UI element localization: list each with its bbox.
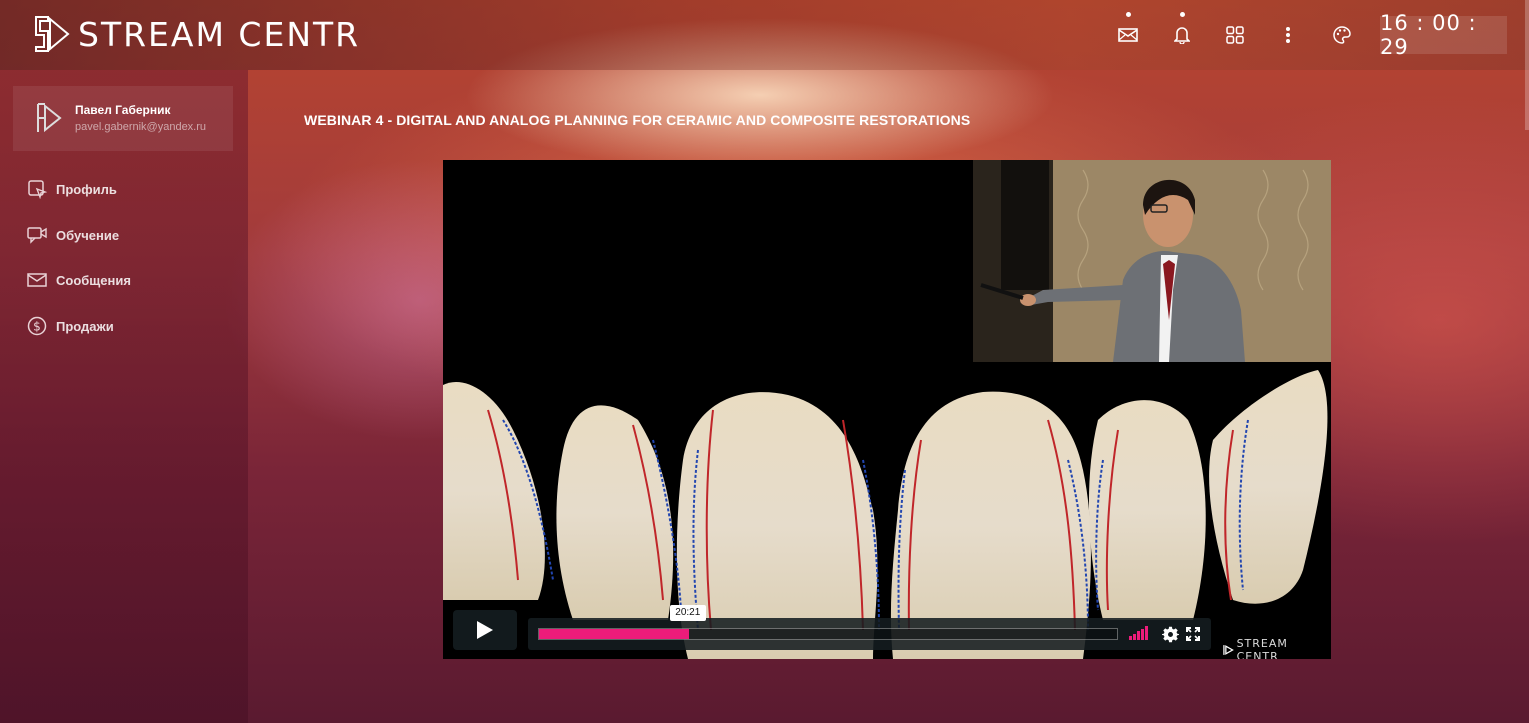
sidebar: Павел Габерник pavel.gabernik@yandex.ru … — [0, 70, 248, 723]
player-watermark: STREAM CENTR — [1222, 637, 1331, 659]
play-button[interactable] — [453, 610, 517, 650]
progress-hover-time: 20:21 — [669, 605, 706, 621]
sidebar-item-sales[interactable]: $ Продажи — [26, 314, 114, 338]
envelope-icon — [26, 269, 48, 291]
video-chat-icon — [26, 224, 48, 246]
logo-text: STREAM CENTR — [78, 14, 361, 54]
volume-bar — [1145, 626, 1148, 640]
sidebar-item-label: Профиль — [56, 181, 117, 197]
sidebar-item-education[interactable]: Обучение — [26, 223, 119, 247]
watermark-logo-icon — [1223, 645, 1234, 655]
sidebar-item-label: Сообщения — [56, 272, 131, 288]
mail-notification-dot — [1126, 12, 1131, 17]
fullscreen-icon[interactable] — [1184, 625, 1202, 643]
progress-bar[interactable]: 20:21 — [538, 605, 1118, 640]
video-player[interactable]: 20:21 STREAM CENTR — [443, 160, 1331, 659]
user-name: Павел Габерник — [75, 103, 171, 117]
progress-fill — [539, 629, 690, 639]
volume-bar — [1133, 633, 1136, 640]
more-vertical-icon[interactable] — [1275, 22, 1301, 48]
user-card[interactable]: Павел Габерник pavel.gabernik@yandex.ru — [13, 86, 233, 151]
bell-notification-dot — [1180, 12, 1185, 17]
control-bar: 20:21 — [528, 605, 1211, 650]
volume-bar — [1137, 631, 1140, 640]
play-icon — [477, 621, 493, 639]
sidebar-item-profile[interactable]: Профиль — [26, 177, 117, 201]
svg-text:$: $ — [33, 320, 41, 334]
volume-control[interactable] — [1129, 626, 1153, 640]
page-title: WEBINAR 4 - DIGITAL AND ANALOG PLANNING … — [304, 112, 971, 128]
sidebar-item-label: Продажи — [56, 318, 114, 334]
palette-icon[interactable] — [1329, 22, 1355, 48]
dollar-circle-icon: $ — [26, 315, 48, 337]
page-scrollbar[interactable] — [1525, 0, 1529, 130]
top-header: STREAM CENTR 16 : 00 : 29 — [0, 0, 1529, 70]
user-email: pavel.gabernik@yandex.ru — [75, 121, 207, 133]
app-logo[interactable]: STREAM CENTR — [32, 10, 360, 58]
volume-bar — [1129, 636, 1132, 640]
settings-gear-icon[interactable] — [1161, 625, 1179, 643]
watermark-text: STREAM CENTR — [1236, 637, 1288, 659]
apps-grid-icon[interactable] — [1222, 22, 1248, 48]
volume-bar — [1141, 628, 1144, 640]
presenter-video-pip — [973, 160, 1331, 362]
bell-icon[interactable] — [1169, 12, 1195, 48]
clock-display: 16 : 00 : 29 — [1380, 11, 1507, 59]
sidebar-item-label: Обучение — [56, 227, 120, 243]
profile-icon — [26, 178, 48, 200]
avatar — [37, 103, 62, 133]
player-controls: 20:21 — [453, 605, 1211, 650]
sidebar-item-messages[interactable]: Сообщения — [26, 268, 131, 292]
logo-mark-icon — [35, 16, 70, 52]
mail-icon[interactable] — [1115, 12, 1141, 48]
